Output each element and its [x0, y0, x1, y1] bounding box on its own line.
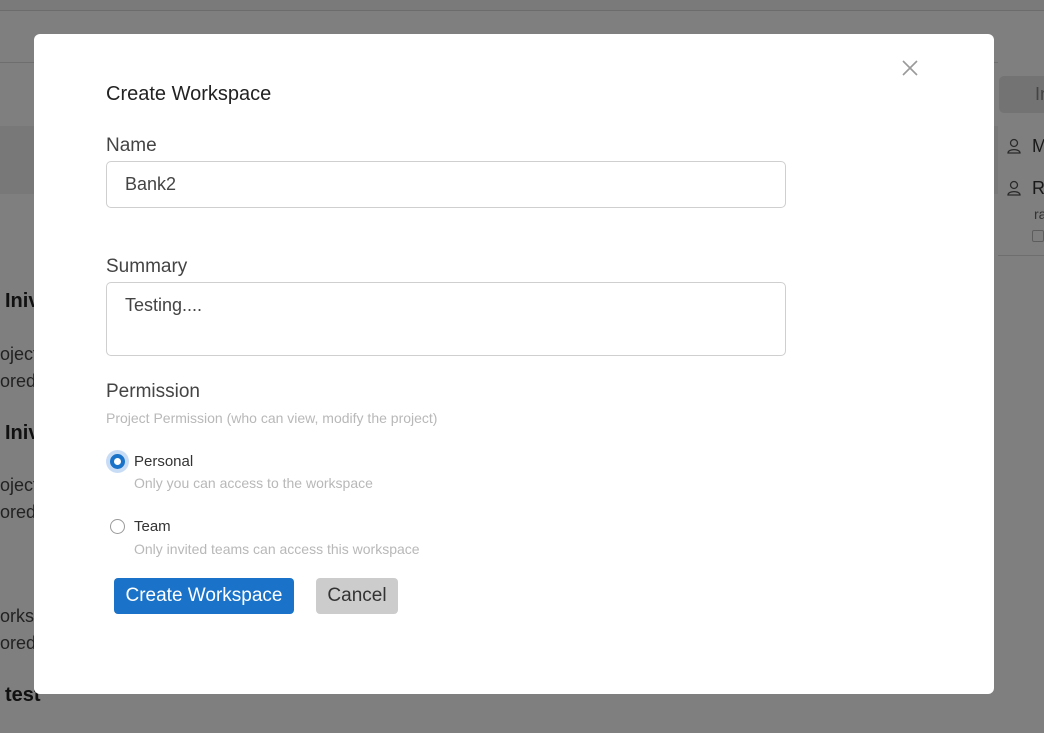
radio-team-label: Team	[134, 518, 171, 535]
modal-title: Create Workspace	[106, 83, 272, 105]
radio-personal[interactable]: Personal	[110, 453, 193, 470]
radio-team-description: Only invited teams can access this works…	[134, 541, 420, 557]
radio-icon[interactable]	[110, 454, 125, 469]
cancel-button[interactable]: Cancel	[316, 578, 398, 614]
permission-subtitle: Project Permission (who can view, modify…	[106, 410, 438, 426]
create-workspace-modal: Create Workspace Name Summary Testing...…	[34, 34, 994, 694]
summary-input[interactable]: Testing....	[106, 282, 786, 356]
create-workspace-button[interactable]: Create Workspace	[114, 578, 294, 614]
name-label: Name	[106, 135, 157, 156]
radio-personal-label: Personal	[134, 453, 194, 470]
radio-team[interactable]: Team	[110, 518, 171, 535]
radio-icon[interactable]	[110, 519, 125, 534]
name-input[interactable]	[106, 161, 786, 208]
summary-label: Summary	[106, 256, 188, 277]
close-icon[interactable]	[900, 58, 920, 78]
radio-personal-description: Only you can access to the workspace	[134, 475, 373, 491]
permission-label: Permission	[106, 381, 200, 402]
